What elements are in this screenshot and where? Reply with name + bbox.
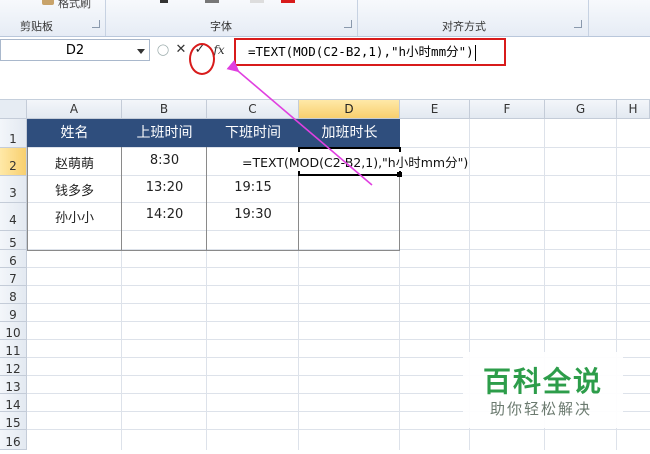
watermark-title: 百科全说 bbox=[483, 365, 604, 398]
header-cell-name[interactable]: 姓名 bbox=[27, 119, 122, 147]
chevron-down-icon[interactable] bbox=[137, 49, 145, 54]
cell-a4[interactable]: 孙小小 bbox=[27, 207, 122, 226]
row-header-6[interactable]: 6 bbox=[0, 250, 27, 268]
font-group-label: 字体 bbox=[210, 20, 232, 33]
alignment-launcher-icon[interactable] bbox=[574, 20, 582, 28]
column-header-g[interactable]: G bbox=[545, 100, 617, 119]
row-header-5[interactable]: 5 bbox=[0, 231, 27, 250]
border-icon[interactable] bbox=[205, 0, 219, 3]
row-header-13[interactable]: 13 bbox=[0, 376, 27, 394]
cell-b4[interactable]: 14:20 bbox=[122, 207, 207, 222]
column-header-d[interactable]: D bbox=[299, 100, 400, 119]
font-launcher-icon[interactable] bbox=[344, 20, 352, 28]
cell-d2-formula-edit[interactable]: =TEXT(MOD(C2-B2,1),"h小时mm分") bbox=[242, 152, 469, 171]
column-header-h[interactable]: H bbox=[617, 100, 650, 119]
ribbon: 格式刷 剪贴板 字体 对齐方式 bbox=[0, 0, 650, 37]
name-box-value: D2 bbox=[65, 43, 85, 58]
row-header-12[interactable]: 12 bbox=[0, 358, 27, 376]
gridline bbox=[27, 285, 650, 286]
header-cell-overtime[interactable]: 加班时长 bbox=[299, 119, 400, 147]
watermark: 百科全说 助你轻松解决 bbox=[463, 352, 623, 428]
row-header-9[interactable]: 9 bbox=[0, 304, 27, 322]
column-header-a[interactable]: A bbox=[27, 100, 122, 119]
column-header-c[interactable]: C bbox=[207, 100, 299, 119]
row-header-11[interactable]: 11 bbox=[0, 340, 27, 358]
clipboard-group-label: 剪贴板 bbox=[20, 20, 53, 33]
watermark-subtitle: 助你轻松解决 bbox=[490, 400, 593, 418]
column-header-b[interactable]: B bbox=[122, 100, 207, 119]
expand-name-box-icon[interactable]: ◯ bbox=[156, 39, 170, 61]
header-cell-end-time[interactable]: 下班时间 bbox=[207, 119, 299, 147]
row-header-15[interactable]: 15 bbox=[0, 412, 27, 430]
format-painter-icon[interactable] bbox=[42, 0, 54, 5]
font-color-icon[interactable] bbox=[281, 0, 295, 3]
row-header-3[interactable]: 3 bbox=[0, 176, 27, 203]
name-box[interactable]: D2 bbox=[0, 39, 150, 61]
bold-icon[interactable] bbox=[160, 0, 168, 3]
formula-bar: D2 ◯ ✕ ✓ fx =TEXT(MOD(C2-B2,1),"h小时mm分") bbox=[0, 37, 650, 100]
column-header-f[interactable]: F bbox=[470, 100, 545, 119]
gridline bbox=[27, 321, 650, 322]
ribbon-separator bbox=[357, 0, 358, 36]
formula-input[interactable]: =TEXT(MOD(C2-B2,1),"h小时mm分") bbox=[234, 38, 506, 66]
alignment-group-label: 对齐方式 bbox=[442, 20, 486, 33]
header-cell-start-time[interactable]: 上班时间 bbox=[122, 119, 207, 147]
enter-button-highlight bbox=[189, 43, 215, 75]
text-cursor bbox=[474, 44, 476, 61]
fill-handle[interactable] bbox=[397, 172, 402, 177]
gridline bbox=[27, 267, 650, 268]
cell-c4[interactable]: 19:30 bbox=[207, 207, 299, 222]
gridline bbox=[27, 303, 650, 304]
cell-b3[interactable]: 13:20 bbox=[122, 180, 207, 195]
row-header-7[interactable]: 7 bbox=[0, 268, 27, 286]
cancel-button[interactable]: ✕ bbox=[174, 39, 188, 61]
cell-a2[interactable]: 赵萌萌 bbox=[27, 153, 122, 172]
column-header-e[interactable]: E bbox=[400, 100, 470, 119]
row-header-2[interactable]: 2 bbox=[0, 148, 27, 176]
row-header-8[interactable]: 8 bbox=[0, 286, 27, 304]
gridline bbox=[27, 339, 650, 340]
row-header-1[interactable]: 1 bbox=[0, 119, 27, 148]
select-all-button[interactable] bbox=[0, 100, 27, 119]
ribbon-separator bbox=[588, 0, 589, 36]
clipboard-launcher-icon[interactable] bbox=[92, 20, 100, 28]
cell-b2[interactable]: 8:30 bbox=[122, 153, 207, 168]
cell-a3[interactable]: 钱多多 bbox=[27, 180, 122, 199]
row-header-4[interactable]: 4 bbox=[0, 203, 27, 231]
format-painter-button[interactable]: 格式刷 bbox=[58, 0, 91, 11]
row-header-10[interactable]: 10 bbox=[0, 322, 27, 340]
formula-text: =TEXT(MOD(C2-B2,1),"h小时mm分") bbox=[248, 44, 474, 59]
fill-color-icon[interactable] bbox=[250, 0, 264, 3]
gridline bbox=[27, 429, 650, 430]
cell-c3[interactable]: 19:15 bbox=[207, 180, 299, 195]
row-header-16[interactable]: 16 bbox=[0, 430, 27, 450]
row-header-14[interactable]: 14 bbox=[0, 394, 27, 412]
ribbon-separator bbox=[105, 0, 106, 36]
